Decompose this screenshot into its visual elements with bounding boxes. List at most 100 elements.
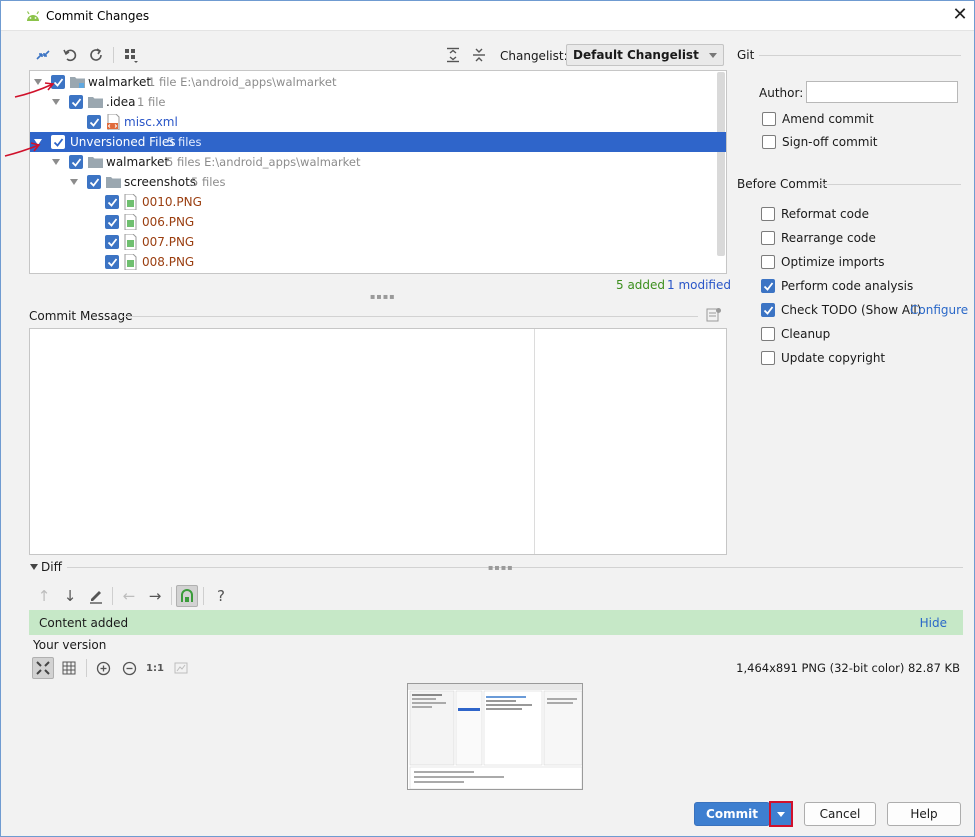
tree-row-label: 007.PNG <box>142 235 195 249</box>
splitter-grip-icon[interactable]: ▪▪▪▪ <box>370 292 396 301</box>
configure-link[interactable]: Configure <box>910 303 968 317</box>
zoom-to-fit-icon[interactable] <box>32 657 54 679</box>
option-label: Rearrange code <box>781 231 876 245</box>
amend-commit-label: Amend commit <box>782 112 874 126</box>
section-divider <box>67 567 963 568</box>
checkbox-screenshots[interactable] <box>87 175 101 189</box>
modified-count[interactable]: 1 modified <box>667 278 731 292</box>
right-margin-guide <box>534 329 535 554</box>
previous-file-icon[interactable]: ← <box>118 585 140 607</box>
option-label: Cleanup <box>781 327 831 341</box>
rollback-icon[interactable] <box>61 46 79 64</box>
tree-row-idea[interactable]: .idea 1 file <box>30 92 726 112</box>
chevron-down-icon <box>777 812 785 817</box>
checkbox-box[interactable] <box>762 112 776 126</box>
option-label: Update copyright <box>781 351 886 365</box>
checkbox-idea[interactable] <box>69 95 83 109</box>
checkbox-0010-png[interactable] <box>105 195 119 209</box>
tree-row-label: .idea <box>106 95 136 109</box>
zoom-in-icon[interactable] <box>92 657 114 679</box>
close-button[interactable]: ✕ <box>949 4 971 26</box>
help-icon[interactable]: ? <box>210 585 232 607</box>
section-divider <box>819 184 961 185</box>
author-input[interactable] <box>806 81 958 103</box>
changelist-dropdown[interactable]: Default Changelist <box>566 44 724 66</box>
edit-source-icon[interactable] <box>85 585 107 607</box>
option-label: Optimize imports <box>781 255 885 269</box>
annotation-arrow-icon <box>4 142 41 157</box>
checkbox-box[interactable] <box>761 327 775 341</box>
section-divider <box>123 316 698 317</box>
commit-message-history-icon[interactable] <box>705 306 723 323</box>
changes-tree[interactable]: walmarket 1 file E:\android_apps\walmark… <box>29 70 727 274</box>
show-diff-icon[interactable] <box>34 46 52 64</box>
content-added-banner: Content added Hide <box>29 610 963 635</box>
checkbox-box[interactable] <box>761 207 775 221</box>
expand-toggle-icon[interactable] <box>70 179 78 185</box>
checkbox-box[interactable] <box>761 351 775 365</box>
help-button[interactable]: Help <box>887 802 961 826</box>
toolbar-separator <box>113 47 114 63</box>
checkbox-walmarket-unversioned[interactable] <box>69 155 83 169</box>
splitter-grip-icon[interactable]: ▪▪▪▪ <box>488 563 514 572</box>
checkbox-box[interactable] <box>761 303 775 317</box>
actual-size-icon[interactable]: 1:1 <box>144 657 166 679</box>
checkbox-box[interactable] <box>761 255 775 269</box>
previous-difference-icon[interactable]: ↑ <box>33 585 55 607</box>
collapse-all-icon[interactable] <box>470 46 488 64</box>
tree-row-label: screenshots <box>124 175 197 189</box>
expand-toggle-icon[interactable] <box>52 159 60 165</box>
checkbox-box[interactable] <box>761 279 775 293</box>
option-label: Reformat code <box>781 207 869 221</box>
checkbox-unversioned-files[interactable] <box>51 135 65 149</box>
toolbar-separator <box>86 659 87 677</box>
diff-collapse-icon[interactable] <box>30 564 38 570</box>
tree-row-label: misc.xml <box>124 115 178 129</box>
tree-row-meta: 5 files E:\android_apps\walmarket <box>166 155 361 169</box>
tree-row-screenshots[interactable]: screenshots 5 files <box>30 172 726 192</box>
image-file-icon <box>124 234 137 250</box>
checkbox-008-png[interactable] <box>105 255 119 269</box>
next-difference-icon[interactable]: ↓ <box>59 585 81 607</box>
sync-scroll-icon[interactable] <box>176 585 198 607</box>
folder-icon <box>88 157 103 168</box>
checkbox-006-png[interactable] <box>105 215 119 229</box>
commit-button[interactable]: Commit <box>694 802 770 826</box>
your-version-label: Your version <box>33 638 107 652</box>
tree-row-label: 006.PNG <box>142 215 195 229</box>
tree-row-misc-xml[interactable]: misc.xml <box>30 112 726 132</box>
author-label: Author: <box>759 86 804 100</box>
added-count[interactable]: 5 added <box>616 278 665 292</box>
commit-options-dropdown[interactable] <box>769 801 793 827</box>
tree-row-0010-png[interactable]: 0010.PNG <box>30 192 726 212</box>
tree-row-walmarket-unversioned[interactable]: walmarket 5 files E:\android_apps\walmar… <box>30 152 726 172</box>
expand-all-icon[interactable] <box>444 46 462 64</box>
cancel-button[interactable]: Cancel <box>804 802 876 826</box>
hide-link[interactable]: Hide <box>920 616 947 630</box>
tree-row-label: walmarket <box>88 75 152 89</box>
zoom-out-icon[interactable] <box>118 657 140 679</box>
commit-message-input[interactable] <box>29 328 727 555</box>
tree-row-007-png[interactable]: 007.PNG <box>30 232 726 252</box>
group-by-icon[interactable] <box>122 46 140 64</box>
tree-row-walmarket[interactable]: walmarket 1 file E:\android_apps\walmark… <box>30 72 726 92</box>
next-file-icon[interactable]: → <box>144 585 166 607</box>
fit-zoom-icon[interactable] <box>170 657 192 679</box>
checkbox-box[interactable] <box>761 231 775 245</box>
tree-row-008-png[interactable]: 008.PNG <box>30 252 726 272</box>
image-file-icon <box>124 254 137 270</box>
module-folder-icon <box>70 77 85 88</box>
tree-row-meta: 5 files <box>191 175 226 189</box>
diff-section-title[interactable]: Diff <box>41 560 62 574</box>
checkbox-misc-xml[interactable] <box>87 115 101 129</box>
tree-row-006-png[interactable]: 006.PNG <box>30 212 726 232</box>
tree-row-meta: 1 file E:\android_apps\walmarket <box>148 75 337 89</box>
checkbox-box[interactable] <box>762 135 776 149</box>
option-label: Perform code analysis <box>781 279 914 293</box>
grid-icon[interactable] <box>58 657 80 679</box>
tree-row-unversioned-files[interactable]: Unversioned Files 5 files <box>30 132 726 152</box>
tree-row-label: Unversioned Files <box>70 135 176 149</box>
refresh-icon[interactable] <box>87 46 105 64</box>
checkbox-007-png[interactable] <box>105 235 119 249</box>
git-section-title: Git <box>737 48 755 62</box>
